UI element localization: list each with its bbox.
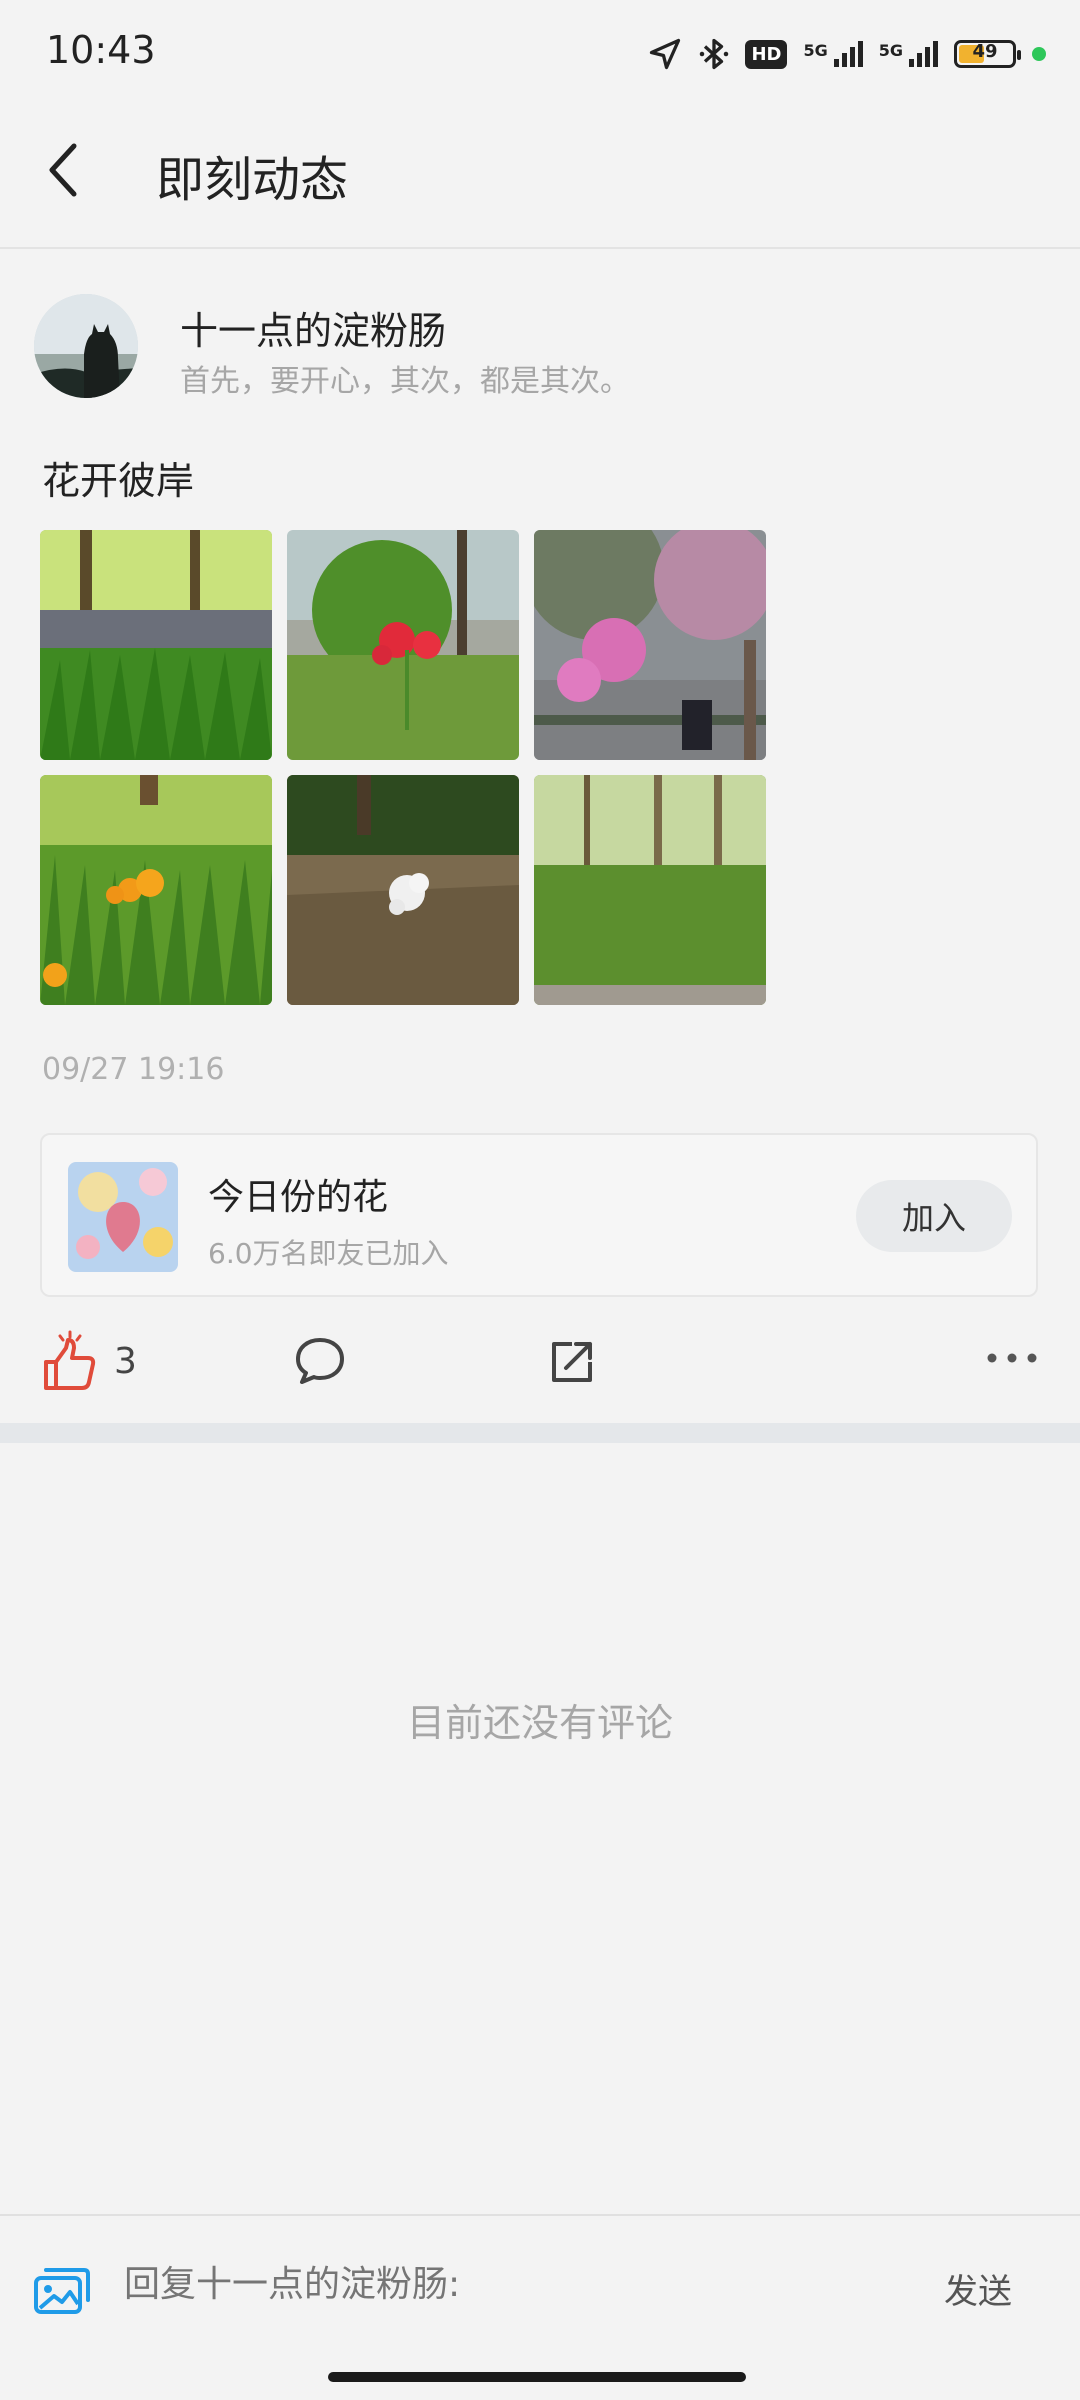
status-time: 10:43: [46, 28, 156, 72]
send-button[interactable]: 发送: [944, 2264, 1012, 2313]
privacy-dot-icon: [1032, 47, 1046, 61]
more-button[interactable]: [986, 1350, 1038, 1369]
like-button[interactable]: 3: [42, 1330, 137, 1392]
topic-thumbnail: [68, 1162, 178, 1272]
photo-6[interactable]: [534, 775, 766, 1005]
photo-3[interactable]: [534, 530, 766, 760]
signal-1: 5G: [803, 41, 863, 67]
signal-2: 5G: [879, 41, 938, 67]
share-icon: [552, 1342, 592, 1382]
signal-bars-icon: [909, 41, 938, 67]
comment-button[interactable]: [294, 1336, 346, 1390]
image-button[interactable]: [32, 2260, 92, 2320]
header-divider: [0, 247, 1080, 249]
post-text: 花开彼岸: [42, 459, 195, 503]
avatar-image: [34, 294, 138, 398]
avatar[interactable]: [34, 294, 138, 398]
join-button[interactable]: 加入: [856, 1180, 1012, 1252]
back-button[interactable]: [40, 138, 88, 202]
network-type-2: 5G: [878, 41, 903, 60]
more-icon: [987, 1353, 1037, 1363]
share-button[interactable]: [548, 1338, 596, 1390]
reply-bar-divider: [0, 2214, 1080, 2216]
like-count: 3: [114, 1340, 137, 1382]
reply-input[interactable]: [124, 2264, 904, 2305]
signal-bars-icon: [833, 41, 863, 67]
hd-badge: HD: [745, 39, 788, 69]
battery-level: 49: [972, 41, 998, 62]
image-icon: [34, 2268, 90, 2314]
post-time: 09/27 19:16: [42, 1052, 225, 1087]
bluetooth-icon: [700, 38, 729, 70]
author-signature: 首先，要开心，其次，都是其次。: [180, 364, 630, 399]
photo-4[interactable]: [40, 775, 272, 1005]
home-indicator[interactable]: [328, 2372, 746, 2382]
chevron-left-icon: [49, 143, 77, 197]
topic-name: 今日份的花: [208, 1177, 389, 1218]
photo-5[interactable]: [287, 775, 519, 1005]
page-title: 即刻动态: [156, 152, 349, 208]
photo-2[interactable]: [287, 530, 519, 760]
section-divider: [0, 1423, 1080, 1443]
empty-comments-text: 目前还没有评论: [406, 1701, 673, 1745]
comment-icon: [296, 1338, 344, 1384]
network-type-1: 5G: [803, 41, 828, 60]
photo-grid: [40, 530, 766, 1006]
battery-icon: 49: [954, 40, 1021, 68]
author-name[interactable]: 十一点的淀粉肠: [180, 300, 446, 355]
location-icon: [650, 38, 681, 70]
thumbs-up-icon: [44, 1330, 96, 1390]
photo-1[interactable]: [40, 530, 272, 760]
topic-members: 6.0万名即友已加入: [208, 1237, 449, 1270]
status-icons: HD 5G 5G 49: [647, 30, 1046, 78]
